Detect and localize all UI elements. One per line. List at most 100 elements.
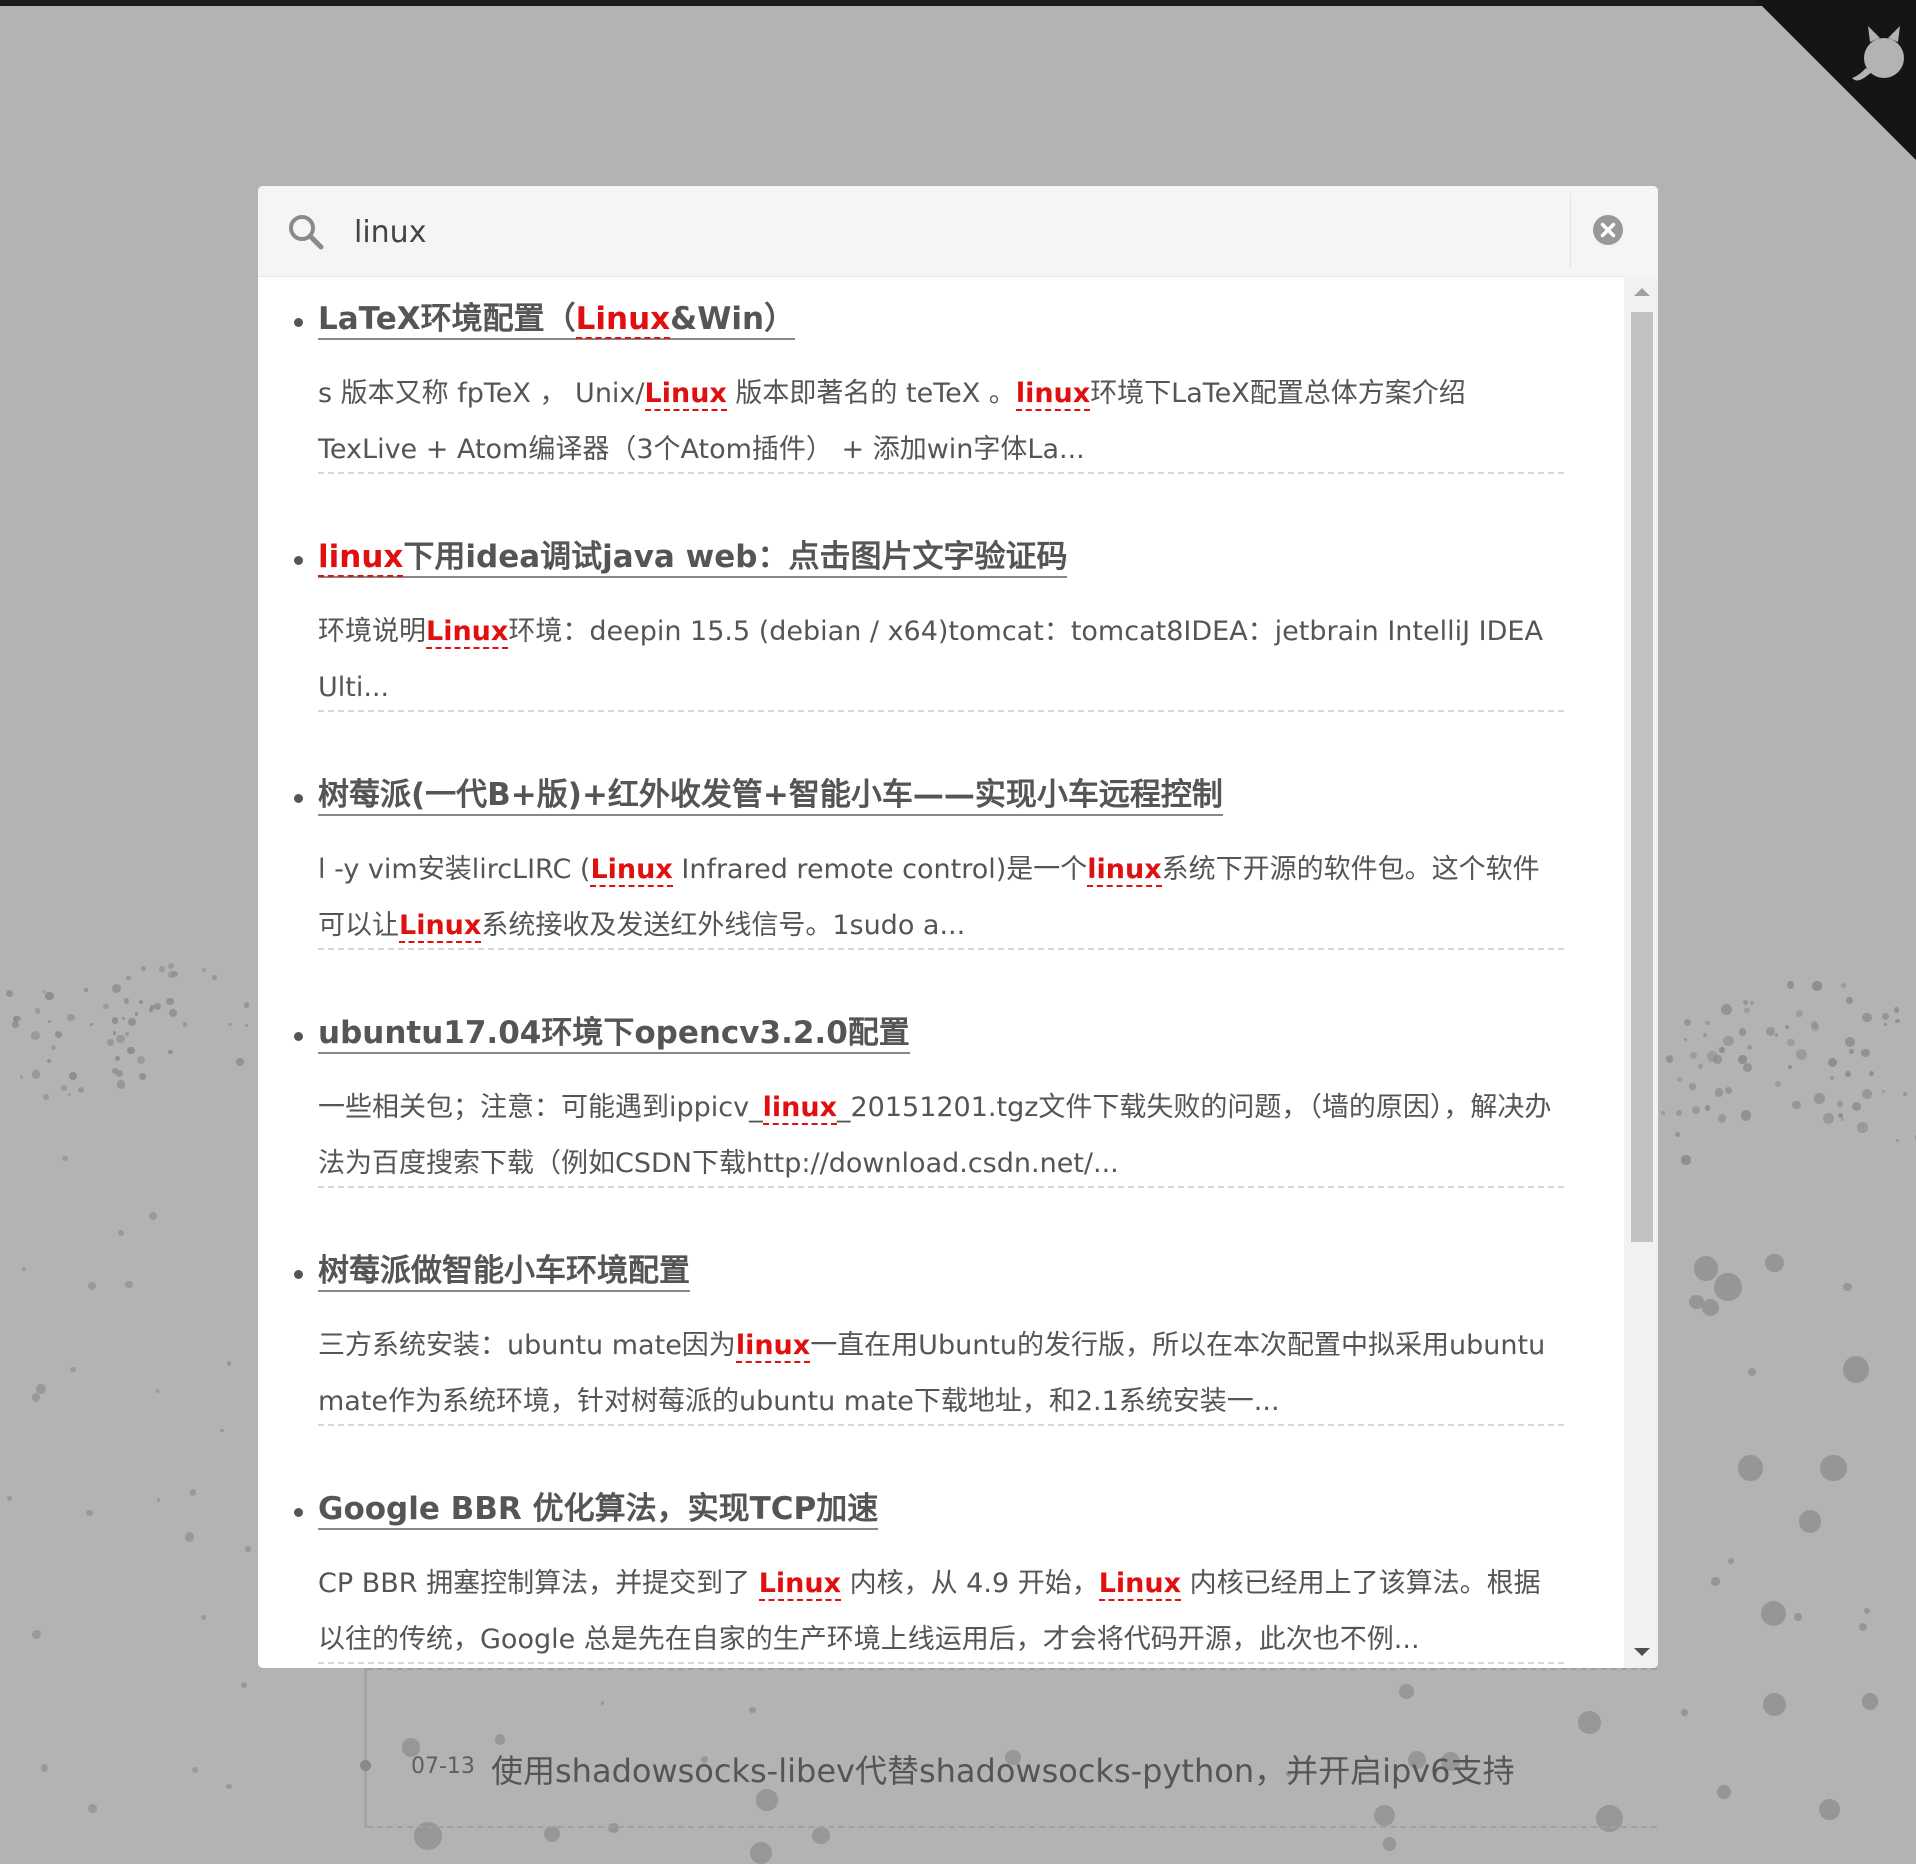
particle-dot bbox=[543, 1825, 560, 1842]
particle-dot bbox=[44, 991, 54, 1001]
post-divider bbox=[367, 1826, 1657, 1828]
particle-dot bbox=[46, 1058, 52, 1064]
particle-dot bbox=[113, 1031, 117, 1035]
particle-dot bbox=[126, 1046, 135, 1055]
particle-dot bbox=[241, 1681, 248, 1688]
particle-dot bbox=[136, 1056, 145, 1065]
particle-dot bbox=[1718, 1046, 1725, 1053]
result-title-link[interactable]: Google BBR 优化算法，实现TCP加速 bbox=[318, 1490, 879, 1530]
particle-dot bbox=[121, 1017, 125, 1021]
search-result-item: Google BBR 优化算法，实现TCP加速 CP BBR 拥塞控制算法，并提… bbox=[294, 1476, 1564, 1664]
particle-dot bbox=[7, 1495, 13, 1501]
particle-dot bbox=[116, 1070, 123, 1077]
particle-dot bbox=[1795, 1010, 1803, 1018]
result-title-link[interactable]: linux下用idea调试java web：点击图片文字验证码 bbox=[318, 538, 1068, 578]
post-date: 07-13 bbox=[411, 1754, 475, 1779]
particle-dot bbox=[1836, 1100, 1844, 1108]
particle-dot bbox=[153, 1002, 162, 1011]
particle-dot bbox=[1796, 1049, 1807, 1060]
search-modal: LaTeX环境配置（Linux&Win） s 版本又称 fpTeX ， Unix… bbox=[258, 186, 1658, 1668]
particle-dot bbox=[6, 989, 14, 997]
particle-dot bbox=[1382, 1837, 1397, 1851]
particle-dot bbox=[1775, 1081, 1781, 1087]
particle-dot bbox=[168, 1049, 173, 1055]
particle-dot bbox=[106, 1038, 114, 1046]
result-title-link[interactable]: 树莓派(一代B+版)+红外收发管+智能小车——实现小车远程控制 bbox=[318, 776, 1223, 816]
scroll-down-arrow-icon[interactable] bbox=[1634, 1648, 1650, 1656]
particle-dot bbox=[103, 1004, 109, 1010]
particle-dot bbox=[123, 998, 130, 1004]
result-title-link[interactable]: ubuntu17.04环境下opencv3.2.0配置 bbox=[318, 1014, 910, 1054]
particle-dot bbox=[1737, 1455, 1764, 1482]
background-post-item[interactable]: 07-13 使用shadowsocks-libev代替shadowsocks-p… bbox=[360, 1668, 1657, 1828]
particle-dot bbox=[167, 962, 174, 969]
particle-dot bbox=[201, 1615, 207, 1621]
particle-dot bbox=[19, 1075, 24, 1079]
particle-dot bbox=[1702, 1032, 1707, 1038]
result-bullet bbox=[294, 1508, 303, 1517]
particle-dot bbox=[70, 1366, 76, 1373]
text-segment: 下用idea调试java web：点击图片文字验证码 bbox=[403, 539, 1068, 575]
particle-dot bbox=[1683, 1019, 1691, 1027]
particle-dot bbox=[1674, 1131, 1680, 1138]
particle-dot bbox=[117, 1229, 125, 1236]
text-segment: 版本即著名的 teTeX 。 bbox=[726, 378, 1016, 409]
search-result-item: ubuntu17.04环境下opencv3.2.0配置 一些相关包；注意：可能遇… bbox=[294, 1000, 1564, 1188]
results-scrollbar[interactable] bbox=[1624, 276, 1658, 1668]
particle-dot bbox=[1690, 1052, 1698, 1060]
particle-dot bbox=[1705, 1020, 1710, 1026]
scroll-thumb[interactable] bbox=[1631, 312, 1653, 1242]
particle-dot bbox=[1857, 1122, 1868, 1133]
particle-dot bbox=[243, 1002, 250, 1008]
particle-dot bbox=[244, 1023, 248, 1027]
text-segment: LaTeX环境配置（ bbox=[318, 301, 576, 337]
particle-dot bbox=[245, 1546, 251, 1552]
close-icon[interactable] bbox=[1592, 214, 1624, 246]
particle-dot bbox=[139, 1000, 144, 1005]
particle-dot bbox=[1680, 1708, 1689, 1717]
particle-dot bbox=[1861, 1048, 1870, 1058]
particle-dot bbox=[1868, 1070, 1874, 1076]
particle-dot bbox=[1785, 1024, 1789, 1029]
particle-dot bbox=[1764, 1253, 1784, 1273]
particle-dot bbox=[31, 1070, 41, 1079]
particle-dot bbox=[1844, 1037, 1855, 1048]
particle-dot bbox=[21, 1267, 26, 1272]
particle-dot bbox=[1823, 1113, 1834, 1125]
particle-dot bbox=[155, 1388, 160, 1393]
result-excerpt: CP BBR 拥塞控制算法，并提交到了 Linux 内核，从 4.9 开始，Li… bbox=[318, 1556, 1564, 1668]
particle-dot bbox=[1787, 1038, 1795, 1047]
particle-dot bbox=[1701, 1299, 1720, 1317]
particle-dot bbox=[68, 1093, 72, 1097]
text-segment: 系统接收及发送红外线信号。1sudo a... bbox=[481, 910, 966, 941]
particle-dot bbox=[1843, 1282, 1853, 1292]
search-input[interactable] bbox=[352, 206, 1416, 258]
particle-dot bbox=[1681, 1155, 1691, 1165]
particle-dot bbox=[62, 1155, 68, 1162]
result-title-link[interactable]: LaTeX环境配置（Linux&Win） bbox=[318, 300, 796, 340]
particle-dot bbox=[1814, 1092, 1825, 1104]
particle-dot bbox=[125, 975, 131, 981]
particle-dot bbox=[1862, 1693, 1879, 1710]
scroll-up-arrow-icon[interactable] bbox=[1634, 288, 1650, 296]
particle-dot bbox=[159, 966, 165, 972]
particle-dot bbox=[47, 1020, 51, 1024]
particle-dot bbox=[226, 1361, 232, 1366]
particle-dot bbox=[115, 1055, 121, 1061]
result-excerpt: s 版本又称 fpTeX ， Unix/Linux 版本即著名的 teTeX 。… bbox=[318, 366, 1564, 478]
particle-dot bbox=[166, 997, 174, 1006]
particle-dot bbox=[192, 1767, 199, 1774]
particle-dot bbox=[184, 1531, 195, 1542]
particle-dot bbox=[1774, 1033, 1779, 1037]
particle-dot bbox=[1858, 1623, 1868, 1632]
post-title[interactable]: 使用shadowsocks-libev代替shadowsocks-python，… bbox=[491, 1746, 1515, 1792]
particle-dot bbox=[1864, 1608, 1871, 1615]
particle-dot bbox=[68, 1072, 78, 1081]
particle-dot bbox=[1740, 1109, 1752, 1121]
result-excerpt: 环境说明Linux环境：deepin 15.5 (debian / x64)to… bbox=[318, 604, 1564, 716]
particle-dot bbox=[1710, 1576, 1720, 1586]
keyword-highlight: linux bbox=[735, 1330, 811, 1363]
result-title-link[interactable]: 树莓派做智能小车环境配置 bbox=[318, 1252, 690, 1292]
particle-dot bbox=[812, 1826, 830, 1845]
particle-dot bbox=[54, 1030, 62, 1039]
